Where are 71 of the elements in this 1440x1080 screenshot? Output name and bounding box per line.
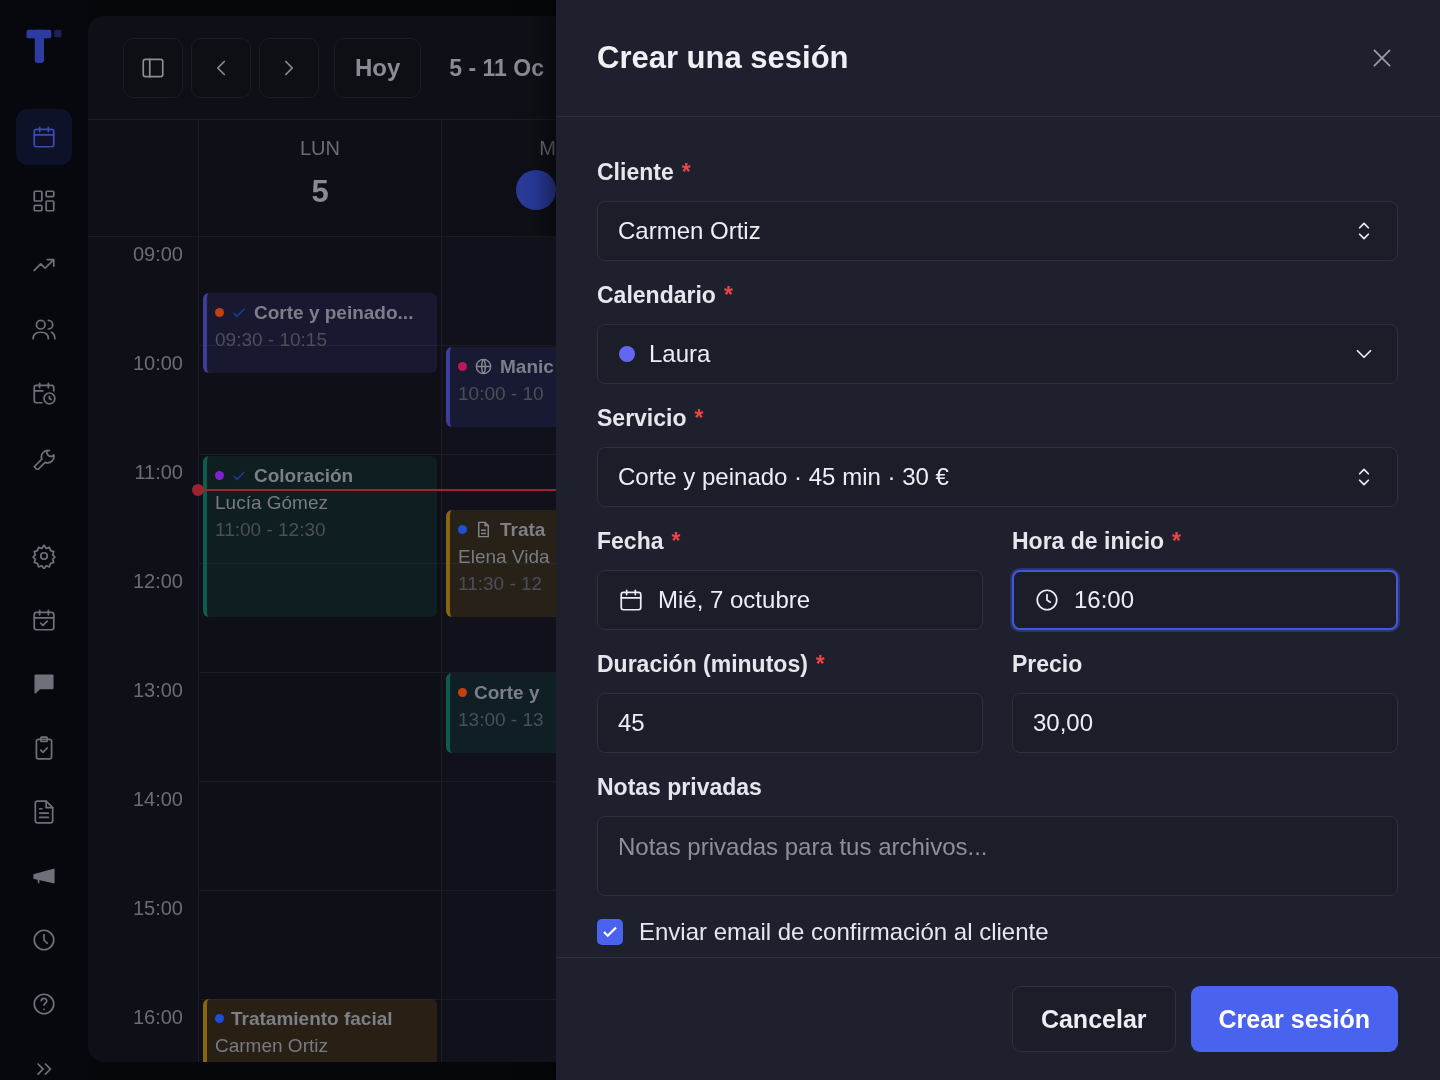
dropdown-field[interactable]: Laura xyxy=(597,324,1398,384)
required-mark: * xyxy=(694,406,704,430)
time-label: 12:00 xyxy=(131,569,184,594)
document-icon xyxy=(31,798,57,825)
sidebar-toggle-button[interactable] xyxy=(123,38,183,98)
time-label: 13:00 xyxy=(131,678,184,703)
required-mark: * xyxy=(815,652,825,676)
clock-icon xyxy=(1034,587,1060,613)
appointment-title: Corte y peinado... xyxy=(254,301,414,325)
calendar-clock-icon xyxy=(31,379,57,406)
time-label: 15:00 xyxy=(131,896,184,921)
required-mark: * xyxy=(671,529,681,553)
required-mark: * xyxy=(1172,529,1182,553)
time-label: 14:00 xyxy=(131,787,184,812)
required-mark: * xyxy=(723,283,733,307)
time-label: 16:00 xyxy=(131,1005,184,1030)
weekday-label: M xyxy=(539,136,556,160)
input-field[interactable]: 45 xyxy=(597,693,983,753)
checkbox[interactable] xyxy=(597,919,623,945)
field-label: Duración (minutos) xyxy=(597,652,808,676)
field-label: Precio xyxy=(1012,652,1083,676)
appointment-card[interactable]: Trata Elena Vida 11:30 - 12 xyxy=(446,510,556,617)
field-label: Hora de inicio xyxy=(1012,529,1165,553)
time-label: 10:00 xyxy=(131,351,184,376)
time-label: 09:00 xyxy=(131,242,184,267)
field-label: Cliente xyxy=(597,160,674,184)
client-name: Elena Vida xyxy=(458,545,551,569)
create-session-button[interactable]: Crear sesión xyxy=(1190,986,1398,1052)
sidebar-toggle-icon xyxy=(140,55,166,81)
client-name: Carmen Ortiz xyxy=(215,1034,329,1058)
time-field[interactable]: 16:00 xyxy=(1012,570,1398,630)
sidebar-item[interactable] xyxy=(16,108,72,165)
client-name: Lucía Gómez xyxy=(215,491,329,515)
logo-icon xyxy=(24,28,64,65)
appointment-title: Trata xyxy=(500,518,546,542)
appointment-card[interactable]: Tratamiento facial Carmen Ortiz xyxy=(203,999,437,1062)
help-icon xyxy=(31,990,57,1017)
grid-icon xyxy=(31,187,57,214)
day-number: 5 xyxy=(311,174,329,210)
globe-icon xyxy=(474,357,493,376)
date-field[interactable]: Mié, 7 octubre xyxy=(597,570,983,630)
calendar-icon xyxy=(31,123,57,150)
appointment-time: 11:00 - 12:30 xyxy=(215,518,327,542)
field-label: Notas privadas xyxy=(597,775,762,799)
required-mark: * xyxy=(681,160,691,184)
notes-field[interactable]: Notas privadas para tus archivos... xyxy=(597,816,1398,896)
drawer-title: Crear una sesión xyxy=(597,40,849,76)
appointment-time: 13:00 - 13 xyxy=(458,708,545,732)
calendar-check-icon xyxy=(31,606,57,633)
select-field[interactable]: Carmen Ortiz xyxy=(597,201,1398,261)
checkbox-label: Enviar email de confirmación al cliente xyxy=(639,918,1049,946)
clock-icon xyxy=(31,926,57,953)
time-label: 11:00 xyxy=(133,460,184,485)
calendar-icon xyxy=(618,587,644,613)
appointment-card[interactable]: Corte y 13:00 - 13 xyxy=(446,673,556,753)
date-range: 5 - 11 Oc xyxy=(449,53,544,83)
appointment-title: Tratamiento facial xyxy=(231,1007,393,1031)
appointment-card[interactable]: Coloración Lucía Gómez 11:00 - 12:30 xyxy=(203,456,437,617)
appointment-title: Coloración xyxy=(254,464,354,488)
appointment-title: Manic xyxy=(500,355,554,379)
field-label: Fecha xyxy=(597,529,664,553)
appointment-time: 11:30 - 12 xyxy=(458,572,544,596)
input-field[interactable]: 30,00 xyxy=(1012,693,1398,753)
cancel-button[interactable]: Cancelar xyxy=(1011,986,1176,1052)
weekday-label: LUN xyxy=(300,136,340,160)
field-label: Calendario xyxy=(597,283,716,307)
appointment-title: Corte y xyxy=(474,681,540,705)
today-button[interactable]: Hoy xyxy=(334,38,422,98)
select-field[interactable]: Corte y peinado · 45 min · 30 € xyxy=(597,447,1398,507)
settings-icon xyxy=(31,542,57,569)
field-label: Servicio xyxy=(597,406,687,430)
